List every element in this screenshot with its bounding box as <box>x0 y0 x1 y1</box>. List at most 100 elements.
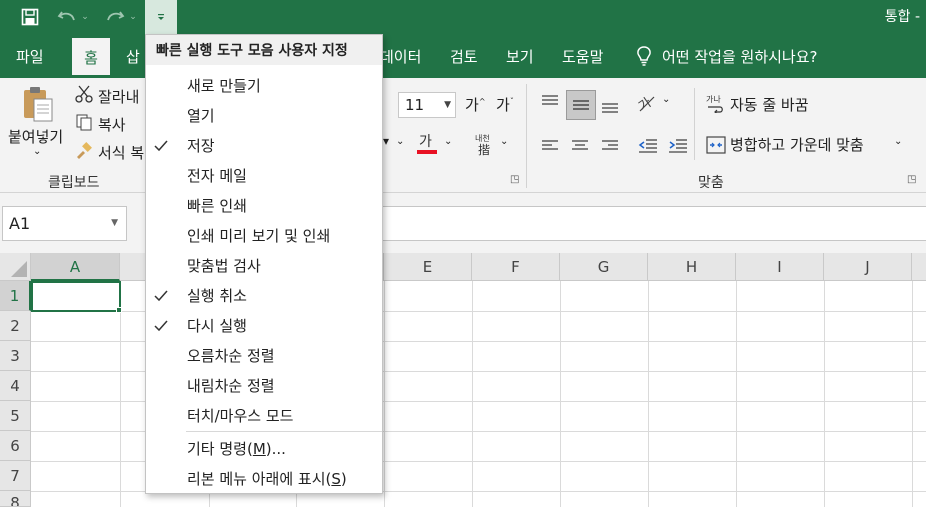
paste-button-label[interactable]: 붙여넣기 <box>8 126 63 147</box>
title-bar: ⌄ ⌄ 통합 - <box>0 0 926 34</box>
chevron-down-icon[interactable]: ▼ <box>111 207 118 240</box>
chevron-down-icon[interactable]: ⌄ <box>894 136 902 147</box>
format-painter-icon[interactable] <box>74 140 94 160</box>
paste-icon[interactable] <box>20 84 56 124</box>
font-size-select[interactable]: 11 ▼ <box>398 92 456 118</box>
worksheet-grid[interactable]: A B C D E F G H I J 1 2 3 4 5 6 7 8 <box>0 253 926 507</box>
orientation-icon[interactable]: 가 <box>636 90 658 114</box>
chevron-down-icon[interactable]: ⌄ <box>396 136 404 147</box>
menu-item-more-commands[interactable]: 기타 명령(M)... <box>146 434 382 464</box>
svg-text:揩: 揩 <box>478 143 490 157</box>
column-header-j[interactable]: J <box>824 253 912 281</box>
align-middle-icon[interactable] <box>566 90 596 120</box>
tab-home[interactable]: 홈 <box>72 38 110 78</box>
chevron-down-icon[interactable]: ⌄ <box>33 146 41 157</box>
tab-view[interactable]: 보기 <box>496 34 544 78</box>
fill-handle[interactable] <box>116 307 122 313</box>
tab-file[interactable]: 파일 <box>6 34 54 78</box>
row-header-2[interactable]: 2 <box>0 311 31 341</box>
menu-item-print-preview[interactable]: 인쇄 미리 보기 및 인쇄 <box>146 221 382 251</box>
checkmark-icon <box>154 281 172 311</box>
wrap-text-icon[interactable]: 가나 <box>706 92 726 114</box>
group-separator <box>526 84 527 188</box>
row-header-5[interactable]: 5 <box>0 401 31 431</box>
tab-help[interactable]: 도움말 <box>552 34 613 78</box>
clipboard-group-label: 클립보드 <box>48 175 100 191</box>
chevron-down-icon: ⌄ <box>81 12 89 22</box>
format-painter-button[interactable]: 서식 복 <box>98 142 144 163</box>
active-cell-a1[interactable] <box>31 281 121 312</box>
merge-center-button[interactable]: 병합하고 가운데 맞춤 <box>730 134 864 155</box>
row-header-6[interactable]: 6 <box>0 431 31 461</box>
fill-color-icon[interactable]: ▾ <box>383 134 389 148</box>
align-left-icon[interactable] <box>538 134 562 158</box>
row-header-3[interactable]: 3 <box>0 341 31 371</box>
decrease-indent-icon[interactable] <box>636 134 660 158</box>
menu-item-sort-ascending[interactable]: 오름차순 정렬 <box>146 341 382 371</box>
column-header-g[interactable]: G <box>560 253 648 281</box>
ribbon: 붙여넣기 ⌄ 잘라내 복사 서식 복 클립보드 11 ▼ 가^ 가ˇ ▾ ⌄ 가… <box>0 78 926 193</box>
chevron-down-icon[interactable]: ⌄ <box>500 136 508 147</box>
save-icon[interactable] <box>14 0 46 34</box>
scissors-icon[interactable] <box>74 84 94 104</box>
row-header-1[interactable]: 1 <box>0 281 31 311</box>
row-header-4[interactable]: 4 <box>0 371 31 401</box>
checkmark-icon <box>154 131 172 161</box>
menu-item-quick-print[interactable]: 빠른 인쇄 <box>146 191 382 221</box>
column-header-k[interactable] <box>912 253 926 281</box>
menu-item-undo[interactable]: 실행 취소 <box>146 281 382 311</box>
phonetic-guide-icon[interactable]: 내천 揩 <box>474 132 494 158</box>
font-color-icon[interactable]: 가 <box>416 132 438 156</box>
align-center-icon[interactable] <box>568 134 592 158</box>
menu-item-redo[interactable]: 다시 실행 <box>146 311 382 341</box>
menu-item-spelling[interactable]: 맞춤법 검사 <box>146 251 382 281</box>
increase-indent-icon[interactable] <box>666 134 690 158</box>
cut-button[interactable]: 잘라내 <box>98 86 139 107</box>
menu-item-show-below-ribbon[interactable]: 리본 메뉴 아래에 표시(S) <box>146 464 382 494</box>
lightbulb-icon <box>637 46 651 66</box>
menu-item-touch-mode[interactable]: 터치/마우스 모드 <box>146 401 382 431</box>
tell-me-search[interactable]: 어떤 작업을 원하시나요? <box>636 34 818 78</box>
menu-header: 빠른 실행 도구 모음 사용자 지정 <box>146 35 382 65</box>
chevron-down-icon: ⌄ <box>129 12 137 22</box>
tell-me-text: 어떤 작업을 원하시나요? <box>662 47 818 66</box>
column-header-e[interactable]: E <box>384 253 472 281</box>
menu-item-open[interactable]: 열기 <box>146 101 382 131</box>
formula-input[interactable] <box>383 206 926 241</box>
row-header-7[interactable]: 7 <box>0 461 31 491</box>
undo-icon[interactable]: ⌄ <box>52 0 94 34</box>
merge-center-icon[interactable] <box>706 134 726 156</box>
increase-font-size-icon[interactable]: 가^ <box>465 94 486 115</box>
align-right-icon[interactable] <box>598 134 622 158</box>
chevron-down-icon[interactable]: ⌄ <box>444 136 452 147</box>
svg-text:가: 가 <box>419 134 432 150</box>
tab-review[interactable]: 검토 <box>440 34 488 78</box>
redo-icon[interactable]: ⌄ <box>100 0 142 34</box>
column-header-f[interactable]: F <box>472 253 560 281</box>
column-header-h[interactable]: H <box>648 253 736 281</box>
font-dialog-launcher-icon[interactable]: ◳ <box>510 174 522 186</box>
decrease-font-size-icon[interactable]: 가ˇ <box>496 94 514 115</box>
menu-item-new[interactable]: 새로 만들기 <box>146 71 382 101</box>
select-all-button[interactable] <box>0 253 31 281</box>
wrap-text-button[interactable]: 자동 줄 바꿈 <box>730 94 809 115</box>
menu-item-email[interactable]: 전자 메일 <box>146 161 382 191</box>
menu-item-save[interactable]: 저장 <box>146 131 382 161</box>
alignment-group-label: 맞춤 <box>698 175 724 191</box>
ribbon-tabs: 파일 홈 삽 데이터 검토 보기 도움말 어떤 작업을 원하시나요? <box>0 34 926 78</box>
copy-icon[interactable] <box>74 112 94 132</box>
menu-item-sort-descending[interactable]: 내림차순 정렬 <box>146 371 382 401</box>
name-box-value: A1 <box>9 214 31 233</box>
align-bottom-icon[interactable] <box>598 94 622 118</box>
column-header-i[interactable]: I <box>736 253 824 281</box>
row-header-8[interactable]: 8 <box>0 491 31 507</box>
align-top-icon[interactable] <box>538 90 562 114</box>
column-header-a[interactable]: A <box>31 253 120 281</box>
name-box[interactable]: A1 ▼ <box>2 206 127 241</box>
alignment-dialog-launcher-icon[interactable]: ◳ <box>907 174 919 186</box>
copy-button[interactable]: 복사 <box>98 114 126 135</box>
group-separator <box>694 88 695 160</box>
svg-text:가나: 가나 <box>706 95 721 104</box>
chevron-down-icon[interactable]: ⌄ <box>662 94 670 105</box>
customize-qat-button[interactable] <box>145 0 177 34</box>
